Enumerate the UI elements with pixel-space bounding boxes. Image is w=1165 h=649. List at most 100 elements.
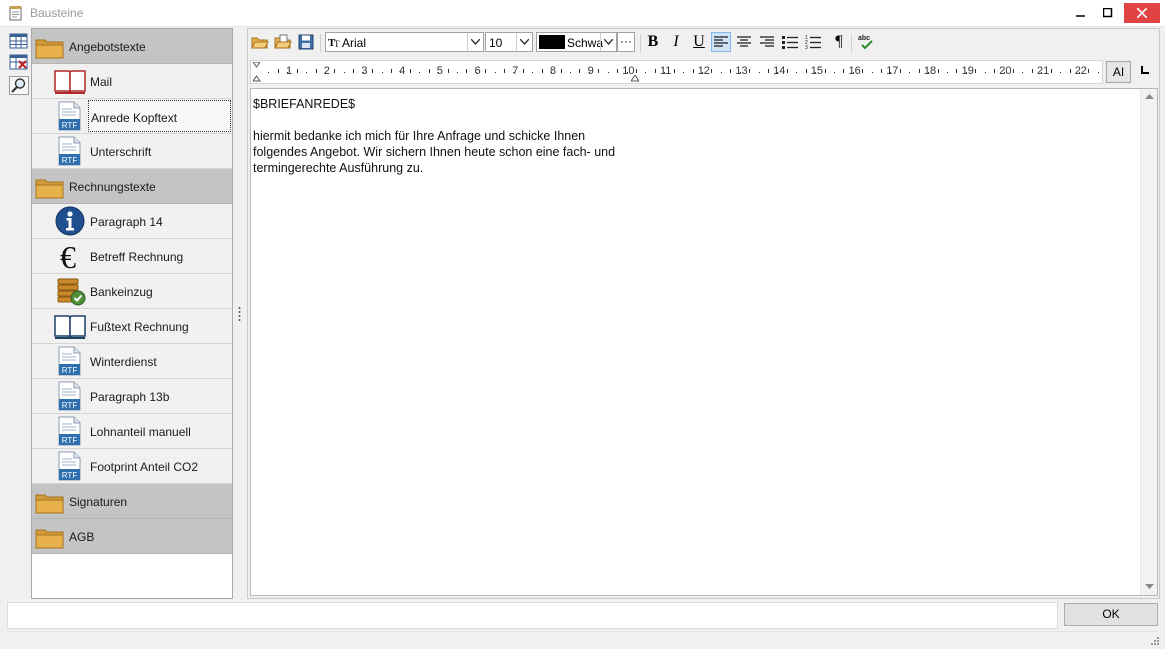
outline-item-label: Fußtext Rechnung (90, 320, 189, 334)
left-toolstrip (7, 30, 31, 600)
ruler-minor-tick (786, 69, 788, 73)
outline-group[interactable]: Signaturen (32, 484, 232, 519)
outline-item[interactable]: Fußtext Rechnung (32, 309, 232, 344)
outline-item[interactable]: Bankeinzug (32, 274, 232, 309)
outline-item-label: Anrede Kopftext (88, 100, 231, 132)
table-grid-icon[interactable] (9, 32, 29, 51)
ruler-dot (720, 72, 722, 73)
folder-icon (35, 177, 65, 202)
ruler-minor-tick (372, 69, 374, 73)
chevron-down-icon (467, 33, 483, 51)
ruler-label: 12 (697, 65, 710, 77)
ruler-minor-tick (409, 69, 411, 73)
outline-item-label: Bankeinzug (90, 285, 153, 299)
ruler-label: 21 (1037, 65, 1050, 77)
ruler-dot (1022, 72, 1024, 73)
tab-stop-icon[interactable] (1141, 66, 1149, 74)
color-swatch (539, 35, 565, 49)
outline-item[interactable]: Paragraph 14 (32, 204, 232, 239)
chevron-down-icon (516, 33, 532, 51)
spellcheck-button[interactable]: abc (856, 32, 876, 52)
ruler-dot (419, 72, 421, 73)
svg-text:T: T (334, 39, 340, 48)
ruler-minor-tick (390, 69, 392, 73)
close-button[interactable] (1124, 3, 1160, 23)
open-book-red-icon (54, 66, 86, 96)
outline-item-label: Paragraph 13b (90, 390, 170, 404)
save-icon (298, 34, 314, 50)
ruler-minor-tick (579, 69, 581, 73)
font-size-select[interactable]: 10 (485, 32, 533, 52)
outline-item-label: Betreff Rechnung (90, 250, 184, 264)
close-icon (1137, 8, 1147, 18)
outline-item[interactable]: RTF Footprint Anteil CO2 (32, 449, 232, 484)
ruler-minor-tick (1088, 69, 1090, 73)
ruler-minor-tick (975, 69, 977, 73)
font-family-select[interactable]: TT Arial (325, 32, 484, 52)
ruler-minor-tick (918, 69, 920, 73)
svg-text:RTF: RTF (62, 156, 78, 165)
font-color-select[interactable]: Schwa (536, 32, 617, 52)
vertical-scrollbar[interactable] (1140, 89, 1157, 595)
outline-group[interactable]: Rechnungstexte (32, 169, 232, 204)
numbered-list-button[interactable]: 123 (803, 32, 823, 52)
title-bar: Bausteine (0, 0, 1165, 27)
search-icon[interactable] (9, 76, 29, 95)
document-line: hiermit bedanke ich mich für Ihre Anfrag… (253, 129, 586, 143)
ruler-dot (1060, 72, 1062, 73)
save-button[interactable] (296, 32, 316, 52)
table-delete-icon[interactable] (9, 53, 29, 72)
bullet-list-button[interactable] (780, 32, 800, 52)
scroll-down-icon[interactable] (1145, 584, 1154, 590)
rtf-document-icon: RTF (54, 346, 86, 376)
align-center-button[interactable] (734, 32, 754, 52)
ruler-label: 3 (361, 65, 368, 77)
maximize-button[interactable] (1093, 3, 1123, 23)
scroll-up-icon[interactable] (1145, 94, 1154, 100)
italic-button[interactable]: I (666, 32, 686, 52)
ok-button[interactable]: OK (1064, 603, 1158, 626)
bullet-list-icon (782, 36, 798, 49)
outline-item[interactable]: € Betreff Rechnung (32, 239, 232, 275)
outline-item[interactable]: RTF Anrede Kopftext (32, 99, 232, 134)
document-editor[interactable]: $BRIEFANREDE$ hiermit bedanke ich mich fü… (250, 88, 1158, 596)
font-type-icon: TT (328, 36, 342, 51)
ruler-minor-tick (711, 69, 713, 73)
ai-button[interactable]: AI (1106, 61, 1131, 83)
resize-grip-icon[interactable] (1150, 636, 1160, 646)
ruler-minor-tick (937, 69, 939, 73)
ruler-dot (456, 72, 458, 73)
outline-item[interactable]: RTF Winterdienst (32, 344, 232, 379)
outline-item[interactable]: RTF Unterschrift (32, 134, 232, 169)
align-left-button[interactable] (711, 32, 731, 52)
ruler-dot (306, 72, 308, 73)
outline-item[interactable]: RTF Lohnanteil manuell (32, 414, 232, 449)
ruler-minor-tick (504, 69, 506, 73)
ruler-minor-tick (1069, 69, 1071, 73)
outline-item-label: Mail (90, 75, 113, 89)
ruler-dot (947, 72, 949, 73)
splitter-grip-icon[interactable] (238, 306, 241, 322)
outline-item[interactable]: RTF Paragraph 13b (32, 379, 232, 414)
ruler[interactable]: 1 2 3 4 5 6 7 8 9 10 11 12 13 14 15 16 17 18 19 20 21 22 (250, 60, 1128, 84)
ruler-minor-tick (899, 69, 901, 73)
open-recent-button[interactable] (273, 32, 293, 52)
svg-text:RTF: RTF (62, 401, 78, 410)
more-colors-button[interactable]: ··· (617, 32, 635, 52)
bold-button[interactable]: B (643, 32, 663, 52)
outline-group[interactable]: AGB (32, 519, 232, 554)
document-text[interactable]: $BRIEFANREDE$ hiermit bedanke ich mich fü… (253, 96, 615, 176)
minimize-button[interactable] (1066, 3, 1096, 23)
window-title: Bausteine (30, 6, 84, 20)
outline-group[interactable]: Angebotstexte (32, 29, 232, 64)
underline-button[interactable]: U (689, 32, 709, 52)
ruler-dot (871, 72, 873, 73)
ruler-label: 2 (323, 65, 330, 77)
align-right-button[interactable] (757, 32, 777, 52)
indent-marker-icon[interactable] (253, 62, 261, 82)
outline-item[interactable]: Mail (32, 64, 232, 99)
ruler-minor-tick (466, 69, 468, 73)
open-folder-button[interactable] (250, 32, 270, 52)
show-formatting-button[interactable]: ¶ (829, 32, 849, 52)
ruler-minor-tick (956, 69, 958, 73)
